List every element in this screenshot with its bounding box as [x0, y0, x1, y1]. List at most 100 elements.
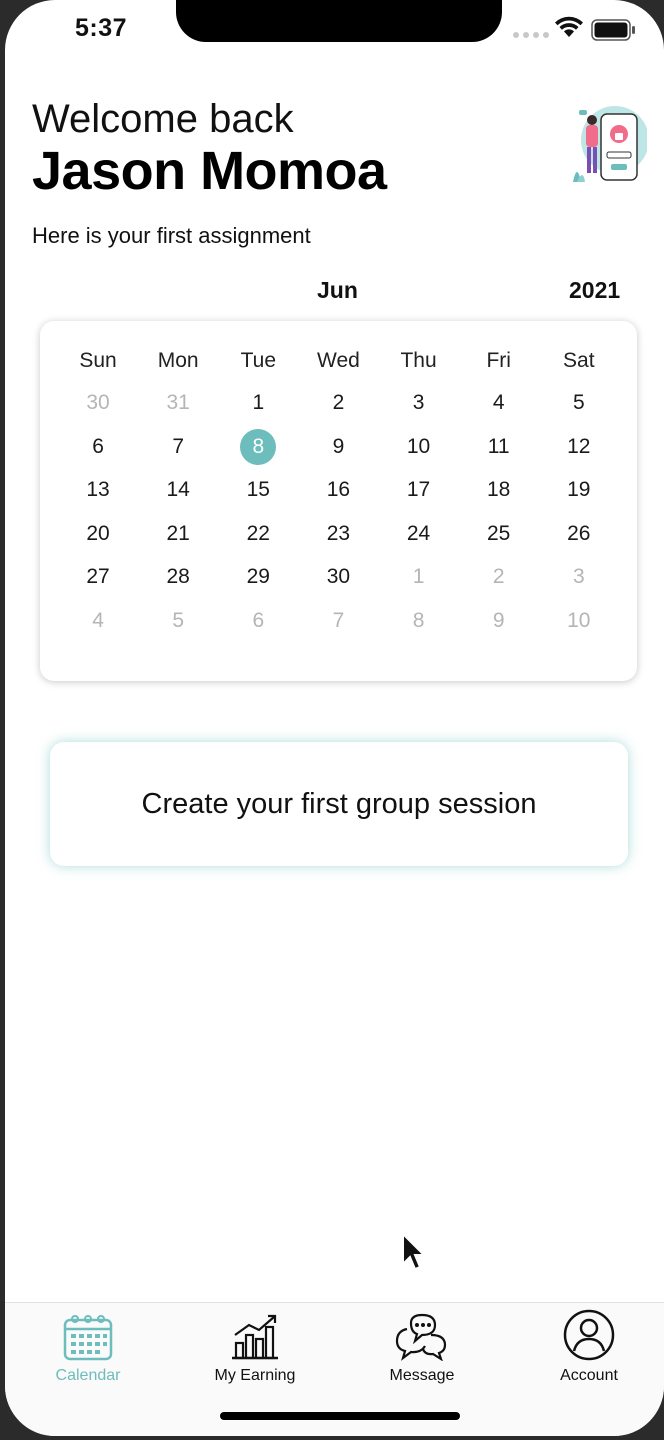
calendar-icon	[63, 1315, 113, 1361]
tab-label: My Earning	[214, 1367, 296, 1384]
calendar-day-number: 16	[326, 478, 351, 502]
calendar-day-number: 7	[172, 434, 185, 458]
calendar-grid: Sun Mon Tue Wed Thu Fri Sat 30 31 1 2 3 4 5 6 7 8 9 10 11 12…	[58, 343, 619, 643]
calendar-day[interactable]: 19	[539, 468, 619, 512]
calendar-day[interactable]: 25	[459, 512, 539, 556]
calendar-day[interactable]: 14	[138, 468, 218, 512]
calendar-day[interactable]: 17	[379, 468, 459, 512]
chat-bubbles-icon	[395, 1313, 447, 1361]
weekday-header: Mon	[157, 349, 199, 372]
signal-icon	[513, 32, 549, 38]
calendar-day-number: 3	[572, 565, 585, 589]
assignment-subtitle: Here is your first assignment	[32, 223, 311, 248]
weekday-header: Tue	[240, 349, 277, 372]
device-frame: 5:37 Welcome back Jason Momoa Here is yo…	[0, 0, 664, 1440]
calendar-day[interactable]: 12	[539, 425, 619, 469]
wifi-icon	[555, 16, 583, 37]
calendar-day-number: 1	[412, 565, 425, 589]
calendar-day[interactable]: 28	[138, 555, 218, 599]
bar-chart-icon	[232, 1314, 278, 1360]
tab-account[interactable]: Account	[524, 1309, 654, 1385]
calendar-day[interactable]: 6	[58, 425, 138, 469]
calendar-day-number: 18	[487, 478, 511, 502]
calendar-month: Jun	[317, 277, 358, 303]
calendar-day-number: 15	[246, 478, 270, 502]
calendar-day-number: 10	[567, 608, 591, 632]
calendar-day[interactable]: 5	[539, 381, 619, 425]
calendar-day[interactable]: 4	[58, 599, 138, 643]
calendar-day[interactable]: 10	[539, 599, 619, 643]
calendar-day-number: 27	[86, 565, 110, 589]
calendar-day[interactable]: 29	[218, 555, 298, 599]
calendar-day[interactable]: 18	[459, 468, 539, 512]
calendar-day[interactable]: 22	[218, 512, 298, 556]
calendar-day[interactable]: 5	[138, 599, 218, 643]
calendar-day-number: 17	[406, 478, 431, 502]
calendar-day[interactable]: 7	[138, 425, 218, 469]
calendar-day-selected[interactable]: 8	[218, 425, 298, 469]
tab-label: Account	[560, 1367, 618, 1384]
tab-calendar[interactable]: Calendar	[23, 1309, 153, 1385]
calendar-day[interactable]: 10	[379, 425, 459, 469]
calendar-day[interactable]: 30	[298, 555, 378, 599]
calendar-day-number: 12	[567, 434, 591, 458]
home-indicator[interactable]	[220, 1412, 460, 1420]
calendar-day[interactable]: 7	[298, 599, 378, 643]
calendar-day-number: 3	[412, 391, 425, 414]
calendar-day[interactable]: 3	[539, 555, 619, 599]
user-name: Jason Momoa	[32, 141, 387, 201]
mouse-cursor-icon	[402, 1232, 426, 1271]
calendar-day[interactable]: 24	[379, 512, 459, 556]
calendar-day-number: 23	[326, 521, 351, 545]
weekday-header: Fri	[486, 349, 511, 372]
calendar-day[interactable]: 16	[298, 468, 378, 512]
calendar-day-number: 29	[246, 565, 270, 589]
app-screen: 5:37 Welcome back Jason Momoa Here is yo…	[5, 0, 664, 1436]
calendar-day[interactable]: 26	[539, 512, 619, 556]
calendar-day[interactable]: 15	[218, 468, 298, 512]
calendar-day-number: 11	[487, 434, 510, 458]
calendar-day[interactable]: 20	[58, 512, 138, 556]
calendar-day[interactable]: 4	[459, 381, 539, 425]
calendar-day-number: 13	[86, 478, 110, 502]
calendar-day-number: 8	[412, 608, 425, 632]
weekday-header: Wed	[317, 349, 360, 372]
calendar-day-number: 14	[166, 478, 190, 502]
calendar-day-number: 4	[492, 391, 505, 414]
calendar-day[interactable]: 3	[379, 381, 459, 425]
tab-label: Calendar	[55, 1367, 121, 1384]
tab-message[interactable]: Message	[357, 1309, 487, 1385]
calendar-day[interactable]: 13	[58, 468, 138, 512]
status-time: 5:37	[75, 14, 128, 42]
calendar-day[interactable]: 30	[58, 381, 138, 425]
calendar-day[interactable]: 23	[298, 512, 378, 556]
calendar-day[interactable]: 1	[379, 555, 459, 599]
create-group-session-button[interactable]: Create your first group session	[50, 742, 628, 866]
calendar-day-number: 4	[92, 608, 104, 632]
weekday-header: Sun	[79, 349, 117, 372]
calendar-day-number: 1	[252, 391, 265, 414]
calendar-day[interactable]: 9	[459, 599, 539, 643]
calendar-day[interactable]: 27	[58, 555, 138, 599]
security-illustration	[573, 106, 647, 182]
calendar-day[interactable]: 9	[298, 425, 378, 469]
calendar-day[interactable]: 6	[218, 599, 298, 643]
tab-my-earning[interactable]: My Earning	[190, 1309, 320, 1385]
calendar-day-number: 28	[166, 565, 190, 589]
calendar-day[interactable]: 1	[218, 381, 298, 425]
weekday-header: Thu	[400, 349, 437, 372]
calendar-day-number: 30	[326, 565, 351, 589]
calendar-day-number: 5	[572, 391, 585, 414]
calendar-day-number: 8	[240, 428, 277, 465]
calendar-day[interactable]: 2	[298, 381, 378, 425]
calendar-day[interactable]: 21	[138, 512, 218, 556]
calendar-year: 2021	[569, 277, 621, 303]
calendar-day-number: 6	[252, 608, 265, 632]
calendar-day[interactable]: 8	[379, 599, 459, 643]
calendar-day[interactable]: 31	[138, 381, 218, 425]
calendar-day-number: 22	[246, 521, 270, 545]
calendar-day[interactable]: 2	[459, 555, 539, 599]
calendar-day[interactable]: 11	[459, 425, 539, 469]
weekday-header: Sat	[563, 349, 595, 372]
calendar-day-number: 31	[166, 391, 190, 414]
